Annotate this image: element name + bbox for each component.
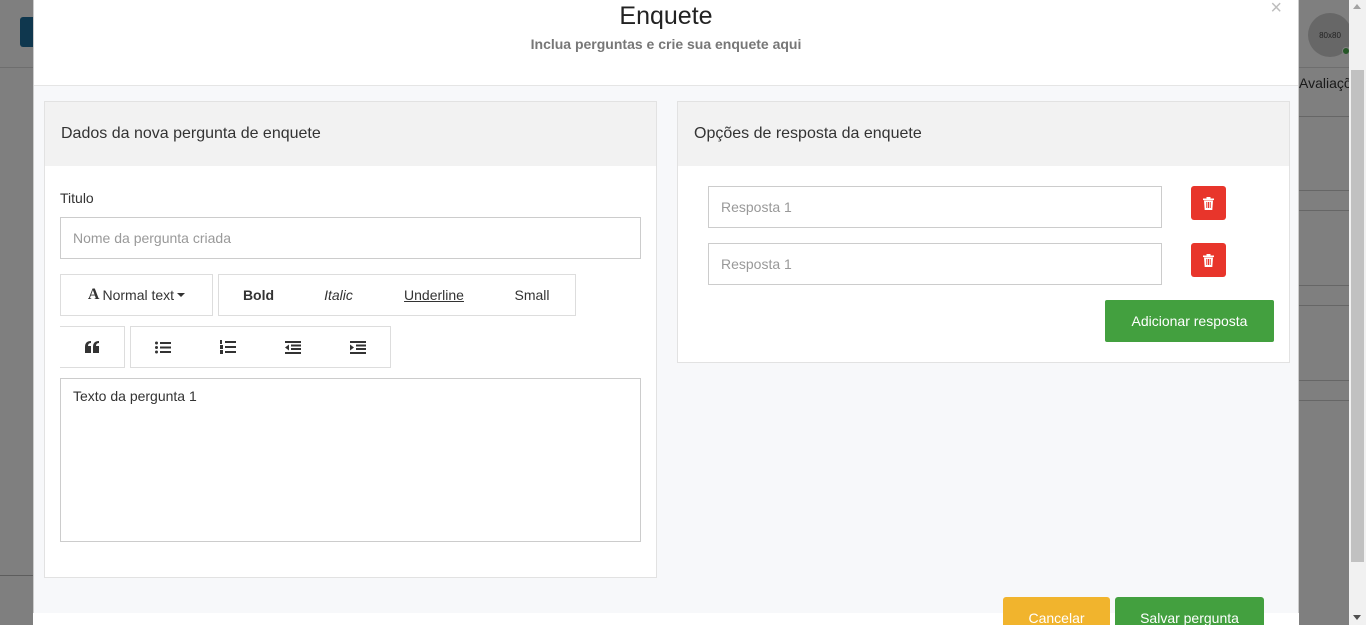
indent-button[interactable] [325, 326, 391, 368]
scroll-down-arrow-icon[interactable] [1353, 615, 1361, 620]
question-panel-heading: Dados da nova pergunta de enquete [45, 102, 656, 166]
font-size-dropdown[interactable]: A Normal text [60, 274, 213, 316]
question-text-editor[interactable]: Texto da pergunta 1 [60, 378, 641, 542]
scroll-thumb[interactable] [1351, 70, 1364, 562]
question-title-input[interactable] [60, 217, 641, 259]
bullet-list-icon [155, 341, 171, 353]
answers-panel-heading: Opções de resposta da enquete [678, 102, 1289, 166]
question-panel: Dados da nova pergunta de enquete Titulo… [44, 101, 657, 578]
question-text: Texto da pergunta 1 [73, 388, 197, 404]
underline-button[interactable]: Underline [379, 274, 490, 316]
numbered-list-button[interactable] [195, 326, 261, 368]
font-icon: A [87, 286, 100, 303]
cancel-button[interactable]: Cancelar [1003, 597, 1110, 625]
page-scrollbar[interactable] [1349, 0, 1366, 625]
modal-header: Enquete Inclua perguntas e crie sua enqu… [34, 0, 1298, 86]
answers-panel: Opções de resposta da enquete Adicionar … [677, 101, 1290, 363]
bullet-list-button[interactable] [130, 326, 196, 368]
modal-subtitle: Inclua perguntas e crie sua enquete aqui [530, 36, 802, 52]
add-answer-button[interactable]: Adicionar resposta [1105, 300, 1274, 342]
modal-body: Dados da nova pergunta de enquete Titulo… [34, 86, 1298, 613]
modal-title: Enquete [619, 2, 713, 30]
answer-input[interactable] [708, 186, 1162, 228]
numbered-list-icon [219, 340, 236, 354]
blockquote-button[interactable] [60, 326, 125, 368]
outdent-icon [284, 340, 301, 354]
save-question-button[interactable]: Salvar pergunta [1115, 597, 1264, 625]
bold-button[interactable]: Bold [218, 274, 299, 316]
delete-answer-button[interactable] [1191, 186, 1226, 220]
answer-input[interactable] [708, 243, 1162, 285]
trash-icon [1203, 253, 1214, 267]
quote-icon [85, 341, 99, 353]
title-label: Titulo [60, 190, 94, 206]
delete-answer-button[interactable] [1191, 243, 1226, 277]
caret-down-icon [177, 293, 186, 297]
small-button[interactable]: Small [489, 274, 576, 316]
scroll-up-arrow-icon[interactable] [1353, 4, 1361, 9]
indent-icon [349, 340, 366, 354]
font-size-label: Normal text [102, 287, 175, 303]
outdent-button[interactable] [260, 326, 326, 368]
trash-icon [1203, 196, 1214, 210]
italic-button[interactable]: Italic [298, 274, 380, 316]
poll-modal: Enquete Inclua perguntas e crie sua enqu… [33, 0, 1299, 625]
close-icon[interactable]: × [1270, 0, 1282, 18]
